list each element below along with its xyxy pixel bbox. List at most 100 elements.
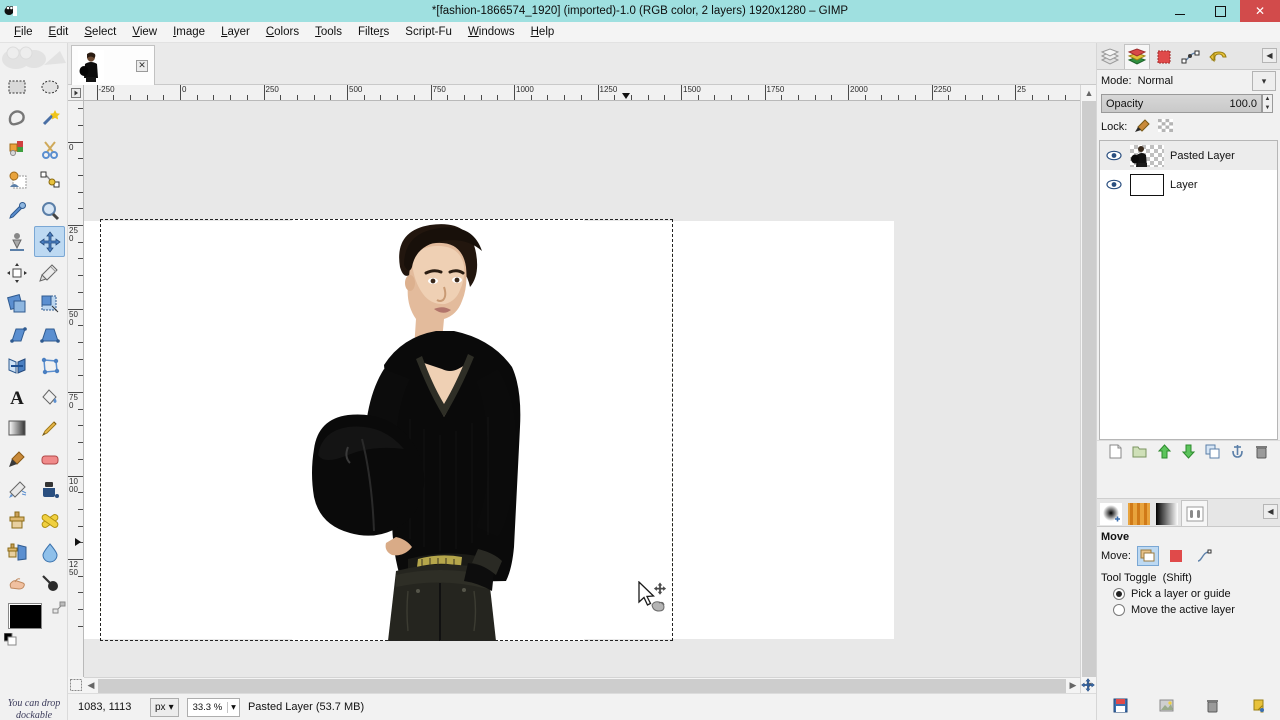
chevron-down-icon[interactable]: ▾ xyxy=(227,701,239,713)
rect-select-tool[interactable] xyxy=(1,71,32,102)
perspective-clone-tool[interactable] xyxy=(1,536,32,567)
scroll-right-icon[interactable]: ▶ xyxy=(1066,680,1080,691)
foreground-color-swatch[interactable] xyxy=(8,603,42,629)
pencil-tool[interactable] xyxy=(34,412,65,443)
table-row[interactable]: Pasted Layer xyxy=(1100,141,1277,170)
smudge-tool[interactable] xyxy=(1,567,32,598)
swap-colors-icon[interactable] xyxy=(52,601,66,618)
menu-colors[interactable]: Colors xyxy=(258,24,307,40)
unit-selector[interactable]: px ▾ xyxy=(150,697,179,717)
menu-layer[interactable]: Layer xyxy=(213,24,258,40)
clone-tool[interactable] xyxy=(1,505,32,536)
scroll-up-icon[interactable]: ▲ xyxy=(1081,85,1097,101)
free-select-tool[interactable] xyxy=(1,102,32,133)
save-tool-preset-icon[interactable] xyxy=(1113,698,1128,716)
menu-filters[interactable]: Filters xyxy=(350,24,397,40)
ruler-unit-corner[interactable] xyxy=(68,85,84,101)
channels-tab[interactable] xyxy=(1151,44,1177,69)
fuzzy-select-tool[interactable] xyxy=(34,102,65,133)
menu-edit[interactable]: Edit xyxy=(41,24,77,40)
canvas-horizontal-scrollbar[interactable]: ◀ ▶ xyxy=(84,677,1080,693)
images-tab[interactable] xyxy=(1097,44,1123,69)
color-picker-tool[interactable] xyxy=(1,195,32,226)
layer-list[interactable]: Pasted Layer Layer xyxy=(1099,140,1278,440)
close-button[interactable] xyxy=(1240,0,1280,22)
paintbrush-tool[interactable] xyxy=(1,443,32,474)
document-tab-close-icon[interactable]: ✕ xyxy=(136,59,148,72)
radio-indicator[interactable] xyxy=(1113,588,1125,600)
patterns-tab[interactable] xyxy=(1125,500,1152,526)
menu-windows[interactable]: Windows xyxy=(460,24,523,40)
gradients-tab[interactable] xyxy=(1153,500,1180,526)
tool-options-tab[interactable] xyxy=(1181,500,1208,526)
layers-dock-menu-button[interactable]: ◀ xyxy=(1262,48,1277,63)
raise-layer-icon[interactable] xyxy=(1157,443,1172,462)
radio-move-active-layer[interactable]: Move the active layer xyxy=(1097,602,1280,618)
restore-tool-preset-icon[interactable] xyxy=(1159,698,1174,716)
ink-tool[interactable] xyxy=(34,474,65,505)
gradient-tool[interactable] xyxy=(1,412,32,443)
layers-tab[interactable] xyxy=(1124,44,1150,69)
vertical-scroll-thumb[interactable] xyxy=(1082,101,1096,677)
menu-tools[interactable]: Tools xyxy=(307,24,350,40)
reset-colors-icon[interactable] xyxy=(3,632,18,650)
quick-mask-toggle[interactable] xyxy=(68,677,84,693)
perspective-tool[interactable] xyxy=(34,319,65,350)
flip-tool[interactable] xyxy=(1,350,32,381)
new-layer-group-icon[interactable] xyxy=(1132,444,1147,462)
text-tool[interactable]: A xyxy=(1,381,32,412)
move-selection-icon[interactable] xyxy=(1165,546,1187,566)
airbrush-tool[interactable] xyxy=(1,474,32,505)
heal-tool[interactable] xyxy=(34,505,65,536)
spinner-up-icon[interactable]: ▲ xyxy=(1265,96,1271,102)
duplicate-layer-icon[interactable] xyxy=(1205,444,1220,462)
radio-pick-layer-or-guide[interactable]: Pick a layer or guide xyxy=(1097,586,1280,602)
ellipse-select-tool[interactable] xyxy=(34,71,65,102)
canvas-vertical-scrollbar[interactable]: ▲ ▼ xyxy=(1080,85,1096,693)
shear-tool[interactable] xyxy=(1,319,32,350)
layer-visibility-icon[interactable] xyxy=(1104,179,1124,190)
lock-pixels-icon[interactable] xyxy=(1134,118,1151,136)
brushes-tab[interactable] xyxy=(1097,500,1124,526)
minimize-button[interactable] xyxy=(1160,0,1200,22)
opacity-spinner[interactable]: ▲ ▼ xyxy=(1262,94,1273,113)
menu-script-fu[interactable]: Script-Fu xyxy=(397,24,460,40)
crop-tool[interactable] xyxy=(34,257,65,288)
maximize-button[interactable] xyxy=(1200,0,1240,22)
dodge-burn-tool[interactable] xyxy=(34,567,65,598)
menu-image[interactable]: Image xyxy=(165,24,213,40)
bucket-fill-tool[interactable] xyxy=(34,381,65,412)
scale-tool[interactable] xyxy=(34,288,65,319)
horizontal-scroll-thumb[interactable] xyxy=(98,678,1066,693)
delete-layer-icon[interactable] xyxy=(1254,444,1269,462)
zoom-selector[interactable]: 33.3 % ▾ xyxy=(186,697,240,717)
foreground-select-tool[interactable] xyxy=(1,164,32,195)
layer-visibility-icon[interactable] xyxy=(1104,150,1124,161)
document-tab[interactable]: ✕ xyxy=(71,45,155,85)
new-layer-icon[interactable] xyxy=(1108,444,1123,462)
scissors-select-tool[interactable] xyxy=(34,133,65,164)
color-area[interactable] xyxy=(3,601,66,651)
horizontal-ruler[interactable]: -500-25002505007501000125015001750200022… xyxy=(84,85,1080,101)
paths-tab[interactable] xyxy=(1178,44,1204,69)
cage-transform-tool[interactable] xyxy=(34,350,65,381)
lower-layer-icon[interactable] xyxy=(1181,444,1196,462)
scroll-left-icon[interactable]: ◀ xyxy=(84,680,98,691)
menu-file[interactable]: File xyxy=(6,24,41,40)
vertical-ruler[interactable]: -250025050075010001250 xyxy=(68,101,84,693)
tool-options-dock-menu-button[interactable]: ◀ xyxy=(1263,504,1278,519)
move-tool[interactable] xyxy=(34,226,65,257)
opacity-slider[interactable]: Opacity 100.0 ▲ ▼ xyxy=(1101,94,1273,113)
eraser-tool[interactable] xyxy=(34,443,65,474)
measure-tool[interactable] xyxy=(1,226,32,257)
rotate-tool[interactable] xyxy=(1,288,32,319)
canvas-area[interactable] xyxy=(84,101,1080,693)
menu-help[interactable]: Help xyxy=(523,24,563,40)
select-by-color-tool[interactable] xyxy=(1,133,32,164)
spinner-down-icon[interactable]: ▼ xyxy=(1265,105,1271,111)
alignment-tool[interactable] xyxy=(1,257,32,288)
undo-history-tab[interactable] xyxy=(1205,44,1231,69)
mode-dropdown[interactable]: ▾ xyxy=(1252,71,1276,91)
lock-alpha-icon[interactable] xyxy=(1158,119,1174,135)
anchor-layer-icon[interactable] xyxy=(1230,444,1245,462)
